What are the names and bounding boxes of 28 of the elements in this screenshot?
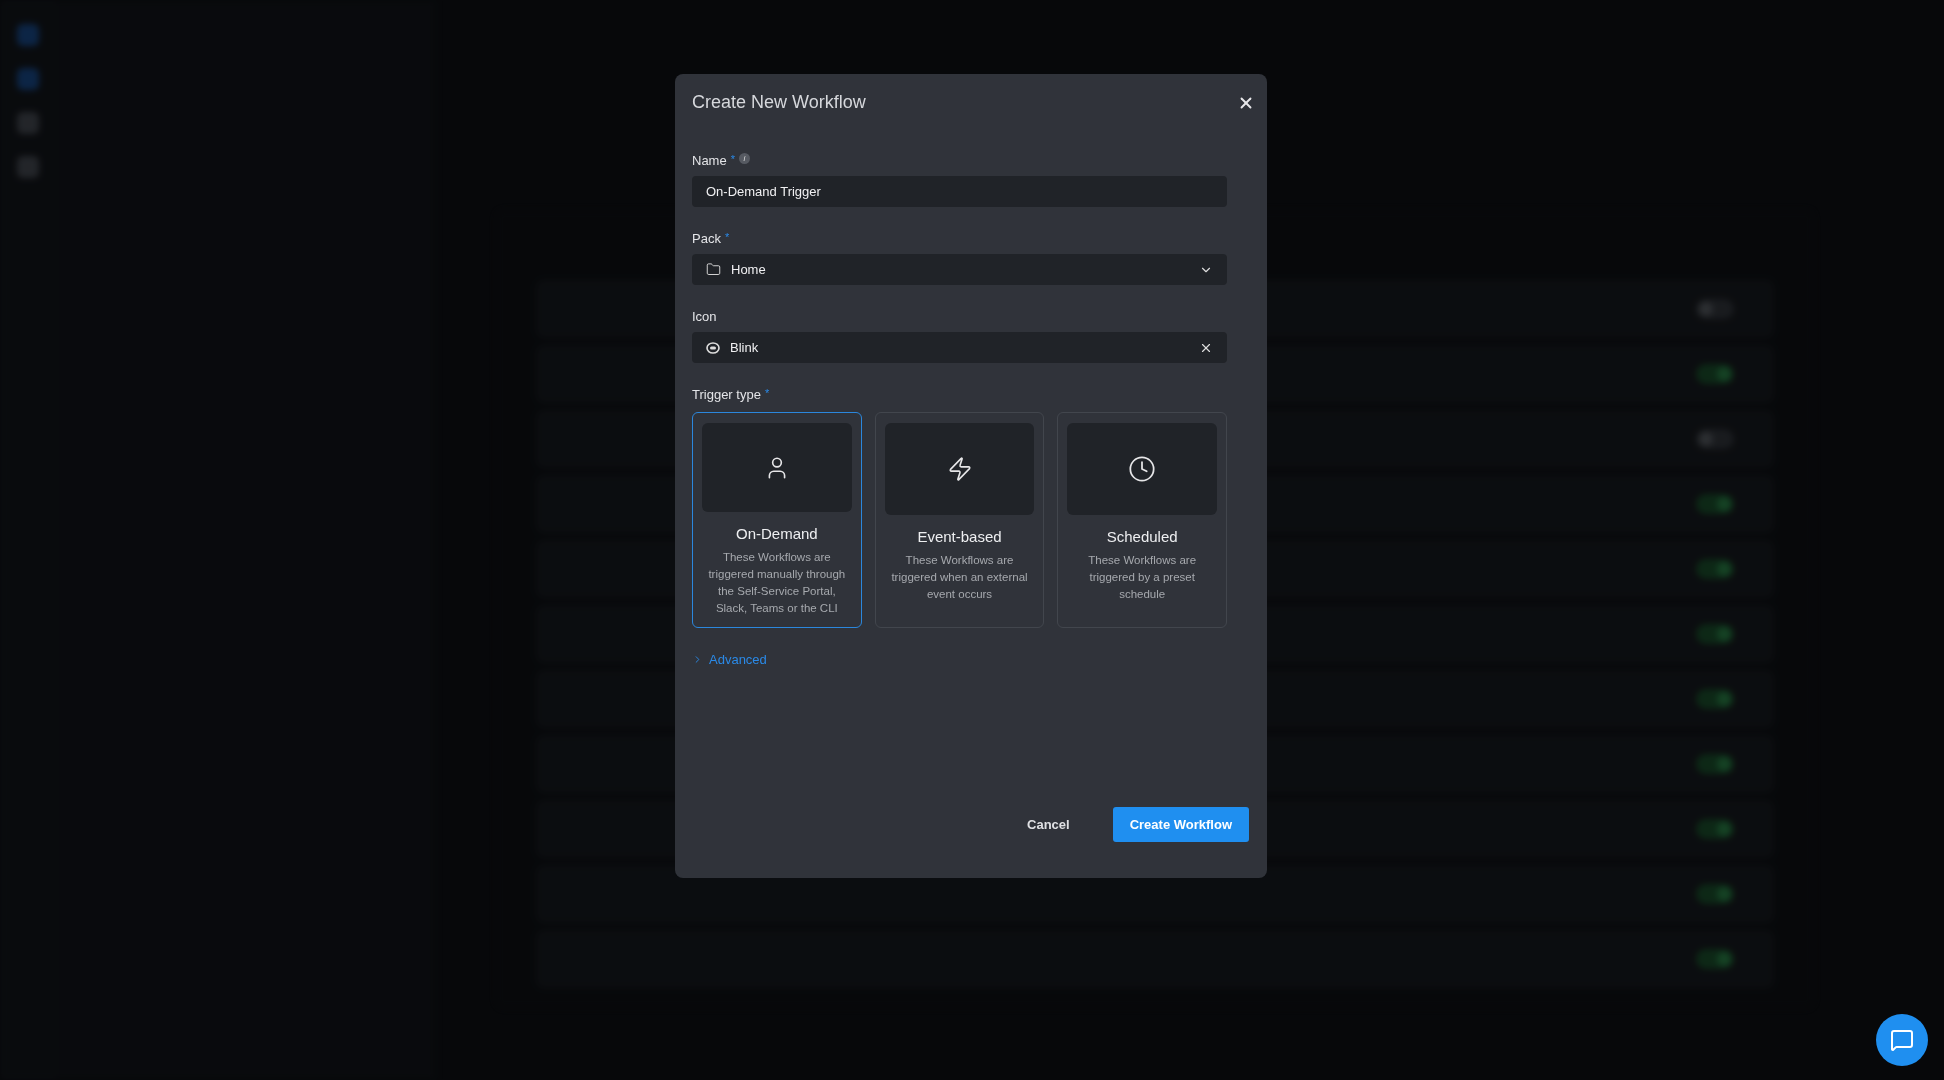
eye-logo-icon xyxy=(706,341,720,354)
advanced-toggle[interactable]: Advanced xyxy=(692,652,767,667)
required-mark: * xyxy=(730,153,735,165)
input-field[interactable]: Blink xyxy=(692,332,1227,363)
required-mark: * xyxy=(764,387,770,399)
field-label: Name xyxy=(692,153,727,168)
dialog-title: Create New Workflow xyxy=(692,92,866,113)
info-icon[interactable]: i xyxy=(738,153,750,164)
field-label: Pack xyxy=(692,231,721,246)
field-label: Icon xyxy=(692,309,717,324)
chat-button[interactable] xyxy=(1876,1014,1928,1066)
trigger-option-card[interactable]: Event-based These Workflows are triggered when an external event occurs xyxy=(874,412,1045,628)
card-description: These Workflows are triggered when an external event occurs xyxy=(890,553,1029,602)
card-title: Event-based xyxy=(917,528,1002,545)
select-field[interactable]: Home xyxy=(692,254,1227,285)
required-mark: * xyxy=(724,231,730,243)
card-title: Scheduled xyxy=(1106,528,1178,545)
folder-icon xyxy=(706,262,721,277)
chat-icon xyxy=(1890,1028,1914,1052)
card-description: These Workflows are triggered manually through the Self-Service Portal, Slack, Teams or the CLI xyxy=(707,550,847,616)
trigger-option-card[interactable]: Scheduled These Workflows are triggered by a preset schedule xyxy=(1057,412,1227,628)
card-title: On-Demand xyxy=(736,525,818,542)
input-field[interactable]: On-Demand Trigger xyxy=(692,176,1227,207)
clock-icon xyxy=(1128,455,1157,483)
field-label: Trigger type xyxy=(692,387,761,402)
cancel-button[interactable]: Cancel xyxy=(1010,807,1087,842)
trigger-option-card[interactable]: On-Demand These Workflows are triggered manually through the Self-Service Portal, Slack, Teams or the CLI xyxy=(692,412,862,628)
card-description: These Workflows are triggered by a preset schedule xyxy=(1087,553,1198,602)
